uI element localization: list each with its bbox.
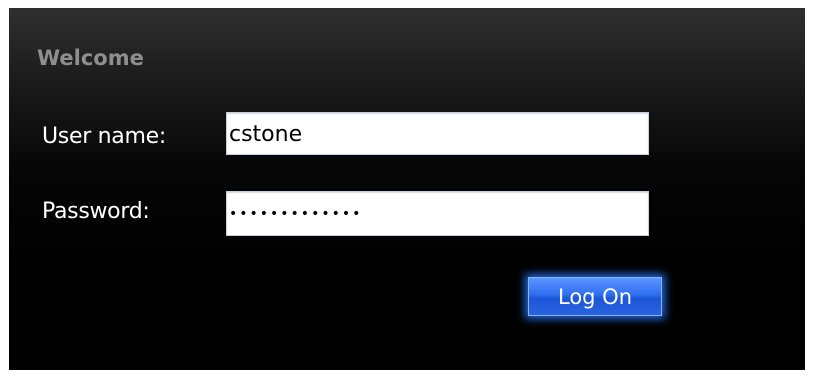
welcome-title: Welcome [37,46,144,70]
password-label: Password: [42,199,150,224]
log-on-button[interactable]: Log On [528,277,662,316]
login-panel: Welcome User name: Password: Log On [9,8,805,370]
password-field[interactable] [226,191,649,236]
username-label: User name: [42,124,166,149]
username-field[interactable] [226,112,649,155]
